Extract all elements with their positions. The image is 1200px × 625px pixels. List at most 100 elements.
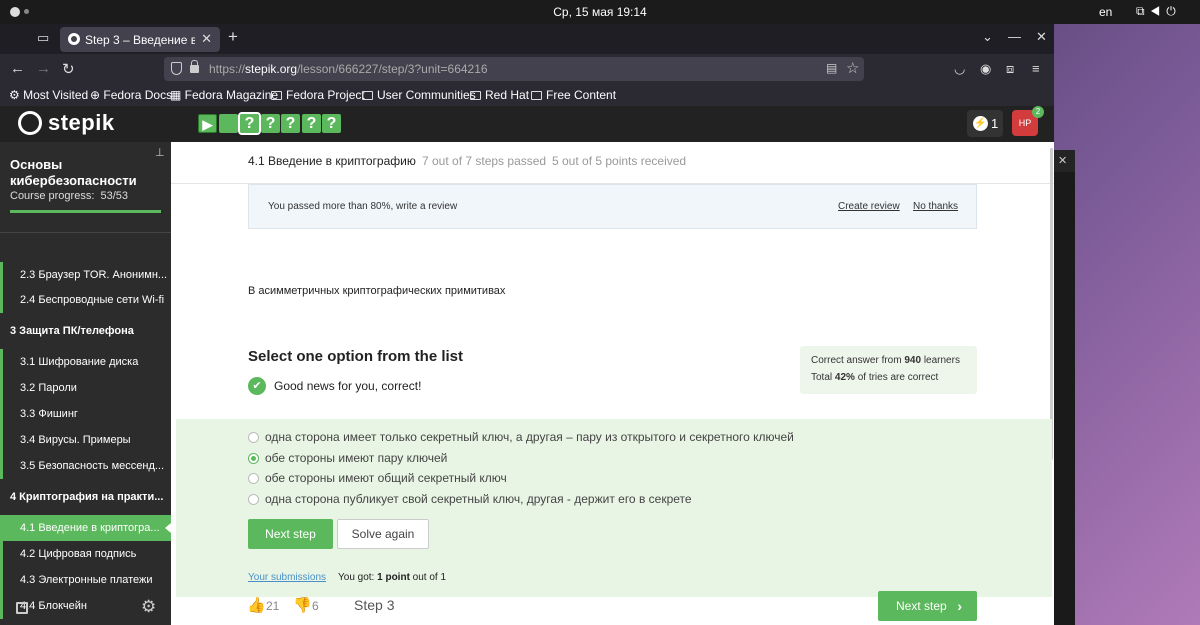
footer-next-step-button[interactable]: Next step › (878, 591, 977, 621)
sidebar-lesson-current[interactable]: 4.1 Введение в криптогра... (0, 515, 171, 541)
step-quiz-button[interactable]: ? (261, 114, 280, 133)
lesson-title: 4.1 Введение в криптографию (248, 154, 416, 168)
folder-icon (470, 91, 481, 100)
step-quiz-button[interactable]: ? (281, 114, 300, 133)
sidebar-lesson[interactable]: 3.4 Вирусы. Примеры (0, 427, 171, 453)
forward-button[interactable]: → (36, 60, 51, 77)
sidebar-lesson[interactable]: 3.3 Фишинг (0, 401, 171, 427)
quiz-heading: Select one option from the list (248, 348, 464, 365)
sidebar-module[interactable]: 4 Криптография на практи... (0, 484, 171, 510)
thumbs-up-icon[interactable]: 👍 (247, 596, 266, 614)
step-text-button[interactable] (219, 114, 238, 133)
bookmark-user-communities[interactable]: User Communities (362, 88, 476, 102)
likes-count: 21 (266, 599, 280, 613)
power-icon[interactable]: ⏻ (1166, 4, 1182, 18)
solve-again-button[interactable]: Solve again (337, 519, 429, 549)
sidebar-lesson[interactable]: 2.3 Браузер TOR. Анонимн... (0, 262, 171, 288)
tab-bar: ▭ Step 3 – Введение в крип ✕ + ⌄ — ✕ (0, 24, 1054, 54)
background-window[interactable]: ✕ (1054, 150, 1075, 625)
your-submissions-link[interactable]: Your submissions (248, 572, 326, 583)
system-tray[interactable]: ⧉◀⏻ (1136, 4, 1182, 19)
keyboard-layout-indicator[interactable]: en (1099, 5, 1112, 19)
step-quiz-button-current[interactable]: ? (238, 112, 261, 135)
tab-list-chevron-icon[interactable]: ⌄ (982, 29, 993, 45)
menu-icon[interactable]: ≡ (1032, 61, 1040, 76)
footer-next-step-label: Next step (896, 599, 947, 613)
course-sidebar: ⊥ Основы кибербезопасности Course progre… (0, 142, 171, 625)
browser-window: ▭ Step 3 – Введение в крип ✕ + ⌄ — ✕ ← →… (0, 24, 1054, 625)
stepik-logo-text[interactable]: stepik (48, 110, 115, 136)
course-title[interactable]: Основы кибербезопасности (10, 157, 160, 189)
close-window-button[interactable]: ✕ (1036, 29, 1047, 45)
reader-view-icon[interactable]: ▤ (826, 61, 837, 75)
close-icon[interactable]: ✕ (1058, 154, 1067, 167)
bookmark-fedora-magazine[interactable]: ▦ Fedora Magazine (170, 88, 278, 102)
sidebar-lesson[interactable]: 3.1 Шифрование диска (0, 349, 171, 375)
navigation-toolbar: ← → ↻ https://stepik.org/lesson/666227/s… (0, 54, 1054, 86)
dislikes-count: 6 (312, 599, 319, 613)
stepik-logo-icon[interactable] (18, 111, 42, 135)
step-quiz-button[interactable]: ? (302, 114, 321, 133)
review-prompt-banner: You passed more than 80%, write a review… (248, 184, 977, 229)
url-text: https://stepik.org/lesson/666227/step/3?… (209, 62, 488, 76)
bookmarks-toolbar: ⚙ Most Visited ⊕ Fedora Docs ▦ Fedora Ma… (0, 86, 1054, 106)
fullscreen-icon[interactable] (16, 602, 28, 614)
steps-passed: 7 out of 7 steps passed (422, 154, 547, 168)
lesson-content: 4.1 Введение в криптографию 7 out of 7 s… (171, 142, 1054, 625)
stats-correct-learners: Correct answer from 940 learners (811, 355, 960, 366)
no-thanks-link[interactable]: No thanks (913, 201, 958, 212)
radio-button[interactable] (248, 432, 259, 443)
volume-icon[interactable]: ◀ (1151, 4, 1167, 18)
content-scrollbar[interactable] (1050, 148, 1053, 460)
system-clock[interactable]: Ср, 15 мая 19:14 (0, 5, 1200, 19)
tab-title: Step 3 – Введение в крип (85, 33, 195, 47)
pocket-icon[interactable]: ◡ (954, 61, 965, 77)
score-text: You got: 1 point out of 1 (338, 572, 447, 583)
answer-option-text: обе стороны имеют общий секретный ключ (265, 471, 507, 485)
reload-button[interactable]: ↻ (62, 60, 75, 78)
extensions-icon[interactable]: ⧈ (1006, 61, 1014, 77)
minimize-window-button[interactable]: — (1008, 29, 1021, 44)
answer-area (176, 419, 1052, 597)
close-tab-icon[interactable]: ✕ (201, 31, 212, 47)
system-top-bar: Ср, 15 мая 19:14 en ⧉◀⏻ (0, 0, 1200, 24)
sidebar-lesson[interactable]: 2.4 Беспроводные сети Wi-fi (0, 287, 171, 313)
sidebar-lesson[interactable]: 3.2 Пароли (0, 375, 171, 401)
sidebar-module[interactable]: 3 Защита ПК/телефона (0, 318, 171, 344)
radio-button[interactable] (248, 494, 259, 505)
next-step-button[interactable]: Next step (248, 519, 333, 549)
review-prompt-text: You passed more than 80%, write a review (268, 201, 458, 212)
bookmark-red-hat[interactable]: Red Hat (470, 88, 529, 102)
points-received: 5 out of 5 points received (552, 154, 687, 168)
tracking-protection-shield-icon[interactable] (171, 62, 182, 75)
quiz-stats: Correct answer from 940 learners Total 4… (800, 346, 977, 394)
bookmark-fedora-project[interactable]: Fedora Project (271, 88, 365, 102)
account-icon[interactable]: ◉ (980, 61, 991, 77)
step-video-button[interactable]: ▶ (198, 114, 217, 133)
create-review-link[interactable]: Create review (838, 201, 900, 212)
network-icon[interactable]: ⧉ (1136, 4, 1151, 18)
stepik-favicon-icon (68, 33, 80, 45)
url-bar[interactable]: https://stepik.org/lesson/666227/step/3?… (164, 57, 864, 81)
new-tab-button[interactable]: + (228, 27, 238, 47)
step-quiz-button[interactable]: ? (322, 114, 341, 133)
radio-button[interactable] (248, 473, 259, 484)
step-label: Step 3 (354, 597, 395, 613)
sidebar-lesson[interactable]: 4.2 Цифровая подпись (0, 541, 171, 567)
sidebar-lesson[interactable]: 4.3 Электронные платежи (0, 567, 171, 593)
back-button[interactable]: ← (10, 60, 25, 77)
background-window-body (1054, 172, 1075, 625)
energy-indicator[interactable]: ⚡ 1 (967, 110, 1003, 137)
stepik-header: stepik ▶ ? ? ? ? ? ⚡ 1 HP 2 (0, 106, 1054, 142)
bookmark-most-visited[interactable]: ⚙ Most Visited (9, 88, 88, 102)
lock-icon[interactable] (190, 60, 199, 73)
bookmark-fedora-docs[interactable]: ⊕ Fedora Docs (90, 88, 172, 102)
browser-tab-active[interactable]: Step 3 – Введение в крип ✕ (60, 27, 220, 52)
thumbs-down-icon[interactable]: 👎 (293, 596, 312, 614)
bookmark-star-icon[interactable]: ☆ (846, 59, 859, 77)
settings-gear-icon[interactable]: ⚙ (141, 597, 156, 617)
radio-button-selected[interactable] (248, 453, 259, 464)
sidebar-lesson[interactable]: 3.5 Безопасность мессенд... (0, 453, 171, 479)
bookmark-free-content[interactable]: Free Content (531, 88, 616, 102)
tab-overview-icon[interactable]: ▭ (37, 30, 49, 46)
